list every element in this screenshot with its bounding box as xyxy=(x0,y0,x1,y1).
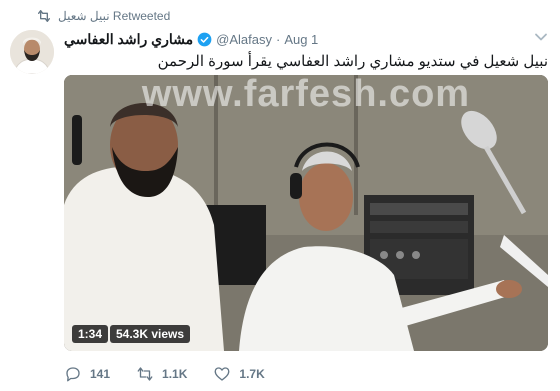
media-watermark: www.farfesh.com xyxy=(141,75,471,115)
retweet-context-label: نبيل شعيل Retweeted xyxy=(58,9,171,23)
video-views: 54.3K views xyxy=(110,325,191,343)
chevron-down-icon[interactable] xyxy=(534,30,548,44)
video-duration: 1:34 xyxy=(72,325,109,343)
avatar-image xyxy=(10,30,54,74)
retweet-icon xyxy=(137,367,153,381)
verified-badge-icon xyxy=(197,32,212,46)
video-player[interactable]: www.farfesh.com 1:34 54.3K views xyxy=(64,75,548,351)
tweet-header: مشاري راشد العفاسي @Alafasy · Aug 1 xyxy=(64,30,318,48)
reply-count: 141 xyxy=(90,367,111,381)
reply-button[interactable]: 141 xyxy=(64,365,110,383)
like-count: 1.7K xyxy=(239,367,265,381)
author-handle[interactable]: @Alafasy xyxy=(216,32,272,47)
retweet-icon xyxy=(38,10,50,23)
retweet-count: 1.1K xyxy=(162,367,188,381)
retweet-context[interactable]: نبيل شعيل Retweeted xyxy=(36,8,170,24)
header-separator: · xyxy=(275,31,281,47)
avatar[interactable] xyxy=(10,30,54,74)
heart-icon xyxy=(214,367,230,381)
like-button[interactable]: 1.7K xyxy=(213,365,265,383)
tweet-text: نبيل شعيل في ستديو مشاري راشد العفاسي يق… xyxy=(157,53,548,70)
tweet-actions: 141 1.1K 1.7K xyxy=(64,364,291,384)
video-frame xyxy=(64,75,548,351)
tweet-timestamp[interactable]: Aug 1 xyxy=(284,32,318,47)
author-name[interactable]: مشاري راشد العفاسي xyxy=(64,31,193,48)
retweet-button[interactable]: 1.1K xyxy=(136,365,187,383)
reply-icon xyxy=(66,367,80,382)
